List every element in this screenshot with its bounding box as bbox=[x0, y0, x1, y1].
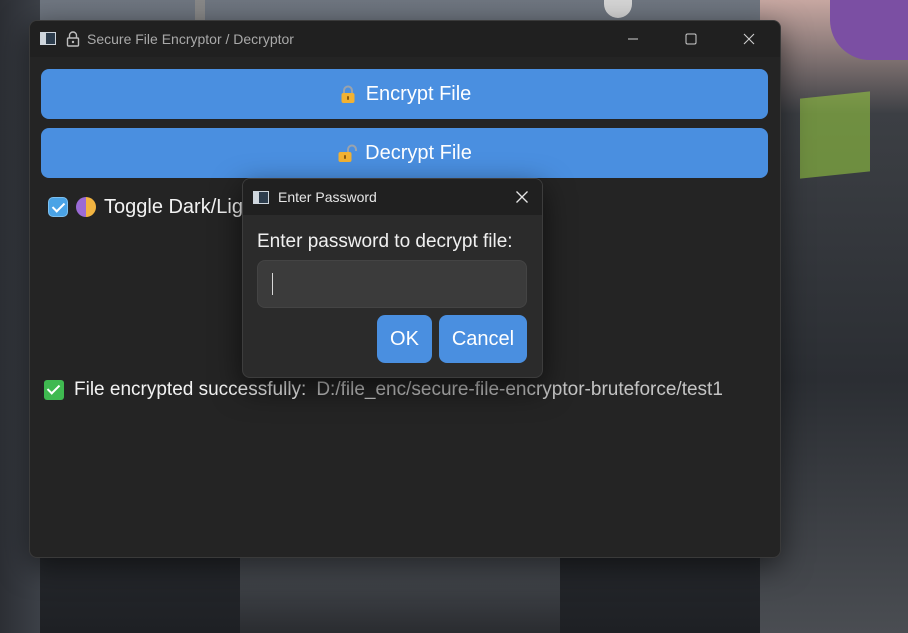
encrypt-file-label: Encrypt File bbox=[365, 82, 472, 105]
password-dialog: Enter Password Enter password to decrypt… bbox=[242, 178, 543, 378]
wallpaper-ball bbox=[604, 0, 632, 18]
success-check-icon bbox=[44, 380, 64, 400]
theme-icon bbox=[76, 197, 96, 217]
close-button[interactable] bbox=[726, 21, 772, 57]
padlock-title-icon bbox=[66, 31, 80, 47]
close-icon bbox=[743, 33, 755, 45]
cancel-button[interactable]: Cancel bbox=[439, 315, 527, 363]
close-icon bbox=[516, 191, 528, 203]
status-file-path: D:/file_enc/secure-file-encryptor-brutef… bbox=[316, 379, 723, 400]
locked-padlock-icon bbox=[341, 85, 355, 103]
wallpaper-shirt-graphic bbox=[800, 91, 870, 179]
unlocked-padlock-icon bbox=[338, 144, 358, 162]
decrypt-file-label: Decrypt File bbox=[365, 141, 472, 164]
status-message: File encrypted successfully: D:/file_enc… bbox=[44, 379, 723, 401]
dialog-titlebar[interactable]: Enter Password bbox=[243, 179, 542, 215]
dialog-window-icon bbox=[253, 191, 269, 204]
maximize-icon bbox=[685, 33, 697, 45]
status-text: File encrypted successfully: bbox=[74, 379, 307, 400]
password-prompt: Enter password to decrypt file: bbox=[257, 231, 513, 252]
text-caret bbox=[272, 273, 273, 295]
encrypt-file-button[interactable]: Encrypt File bbox=[41, 69, 768, 119]
password-input[interactable] bbox=[257, 260, 527, 308]
dialog-title: Enter Password bbox=[278, 189, 377, 205]
decrypt-file-button[interactable]: Decrypt File bbox=[41, 128, 768, 178]
app-window-icon bbox=[40, 32, 56, 45]
theme-toggle-checkbox[interactable] bbox=[48, 197, 68, 217]
wallpaper-bottom-figures bbox=[240, 556, 560, 633]
minimize-icon bbox=[628, 38, 638, 40]
ok-button[interactable]: OK bbox=[377, 315, 432, 363]
window-title: Secure File Encryptor / Decryptor bbox=[87, 31, 294, 47]
maximize-button[interactable] bbox=[668, 21, 714, 57]
minimize-button[interactable] bbox=[610, 21, 656, 57]
dialog-close-button[interactable] bbox=[503, 179, 541, 215]
wallpaper-pole bbox=[195, 0, 205, 20]
window-titlebar[interactable]: Secure File Encryptor / Decryptor bbox=[30, 21, 780, 57]
